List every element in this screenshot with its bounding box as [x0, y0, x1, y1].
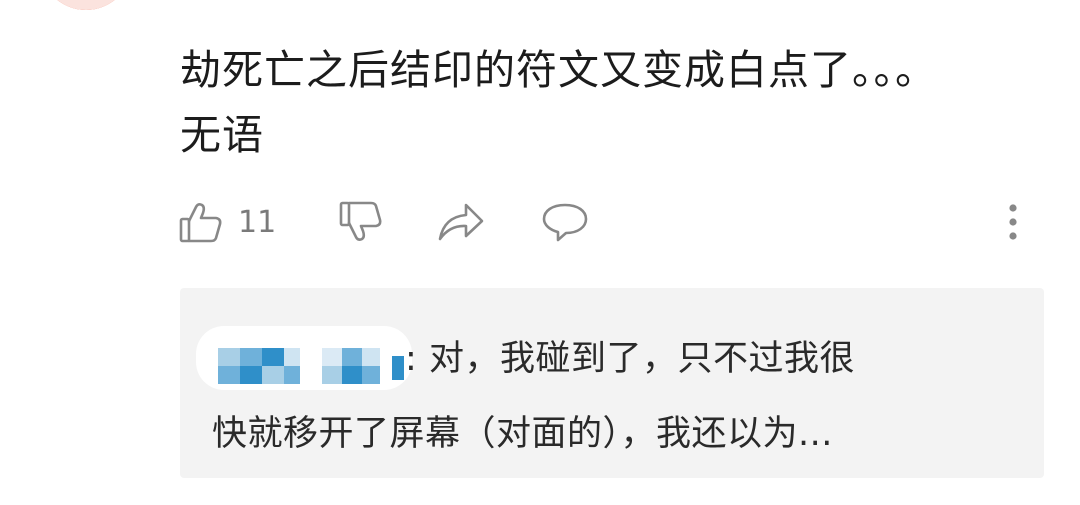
avatar[interactable] [40, 0, 132, 10]
reply-author-avatar-blurred [196, 326, 412, 390]
comment-icon [540, 199, 590, 245]
share-button[interactable] [436, 195, 486, 249]
reply-text-line-1: : 对，我碰到了，只不过我很 [405, 330, 855, 381]
reply-text-part-1: 对，我碰到了，只不过我很 [428, 339, 855, 379]
comment-body: 劫死亡之后结印的符文又变成白点了。。。 无语 [180, 38, 1040, 168]
like-count: 11 [238, 204, 277, 240]
comment-line-1: 劫死亡之后结印的符文又变成白点了。。。 [180, 46, 937, 94]
more-vertical-icon [1007, 202, 1019, 242]
share-icon [436, 199, 486, 245]
reply-button[interactable] [540, 195, 590, 249]
thumbs-up-icon [178, 199, 224, 245]
dislike-button[interactable] [338, 195, 384, 249]
thumbs-down-icon [338, 199, 384, 245]
reply-text-line-2: 快就移开了屏幕（对面的），我还以为... [212, 414, 833, 454]
reply-author-separator: : [405, 339, 418, 379]
like-button[interactable]: 11 [178, 195, 276, 249]
comment-line-2: 无语 [180, 111, 264, 159]
comment-actions: 11 [178, 195, 1038, 249]
more-options-button[interactable] [998, 195, 1028, 249]
